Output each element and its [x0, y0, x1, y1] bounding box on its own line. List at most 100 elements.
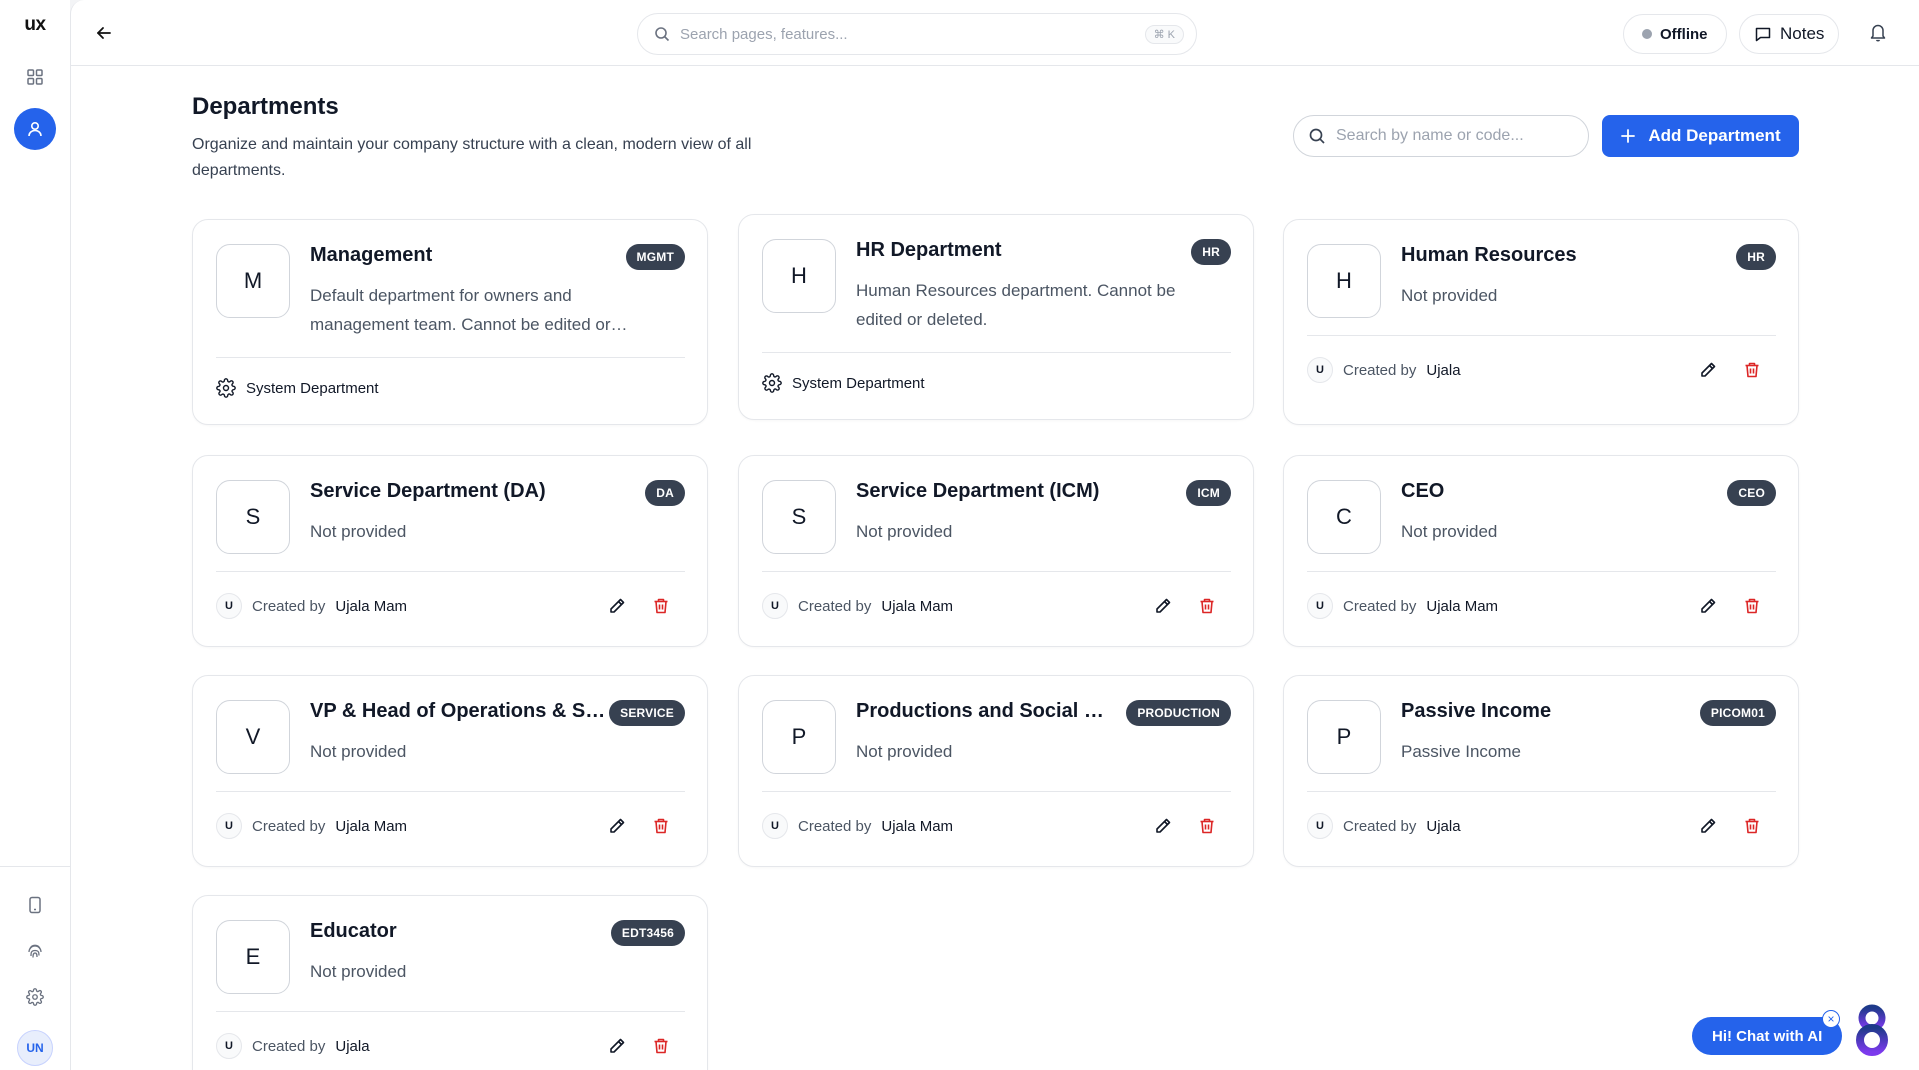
- close-chat-button[interactable]: ×: [1822, 1010, 1840, 1028]
- trash-icon: [1745, 598, 1759, 614]
- chat-bot-icon[interactable]: [1855, 1004, 1889, 1061]
- creator-name: Ujala: [1426, 361, 1461, 379]
- card-divider: [1307, 571, 1776, 572]
- department-card[interactable]: P Passive Income PICOM01 Passive Income …: [1283, 675, 1799, 867]
- department-description: Not provided: [310, 962, 407, 981]
- search-icon: [655, 27, 670, 42]
- department-initial: P: [762, 700, 836, 774]
- department-search-input[interactable]: [1336, 127, 1574, 145]
- department-card[interactable]: V VP & Head of Operations & Service SERV…: [192, 675, 708, 867]
- dashboard-nav-button[interactable]: [14, 56, 56, 98]
- edit-button[interactable]: [1696, 814, 1720, 838]
- creator-avatar: U: [216, 593, 242, 619]
- card-footer: U Created by Ujala Mam: [762, 591, 1231, 621]
- edit-button[interactable]: [1696, 358, 1720, 382]
- page-title: Departments: [192, 93, 339, 120]
- department-initial: E: [216, 920, 290, 994]
- department-description: Not provided: [1401, 522, 1498, 541]
- department-code-badge: HR: [1191, 239, 1231, 265]
- system-department-tag: System Department: [762, 373, 925, 393]
- biometric-nav-button[interactable]: [14, 930, 56, 972]
- user-icon: [28, 121, 42, 137]
- trash-icon: [1745, 818, 1759, 834]
- trash-icon: [1745, 362, 1759, 378]
- system-department-tag: System Department: [216, 378, 379, 398]
- department-card[interactable]: S Service Department (ICM) ICM Not provi…: [738, 455, 1254, 647]
- delete-button[interactable]: [1195, 814, 1219, 838]
- global-search-input[interactable]: [680, 25, 1135, 43]
- settings-nav-button[interactable]: [14, 976, 56, 1018]
- notifications-button[interactable]: [1869, 22, 1887, 47]
- department-initial: M: [216, 244, 290, 318]
- card-divider: [762, 791, 1231, 792]
- department-search[interactable]: [1293, 115, 1589, 157]
- department-name: Passive Income: [1401, 700, 1552, 722]
- card-actions: [1151, 814, 1231, 838]
- department-name: VP & Head of Operations & Service: [310, 700, 610, 722]
- creator-avatar: U: [762, 813, 788, 839]
- bot-logo-icon: [1856, 1004, 1888, 1056]
- system-department-label: System Department: [246, 379, 379, 397]
- edit-button[interactable]: [1696, 594, 1720, 618]
- arrow-left-icon: [97, 27, 111, 39]
- card-divider: [762, 352, 1231, 353]
- plus-icon: [1621, 129, 1636, 143]
- notes-button[interactable]: Notes: [1739, 14, 1840, 54]
- pencil-icon: [1156, 818, 1171, 833]
- card-divider: [216, 357, 685, 358]
- delete-button[interactable]: [649, 594, 673, 618]
- department-card[interactable]: E Educator EDT3456 Not provided U Create…: [192, 895, 708, 1070]
- pencil-icon: [610, 1038, 625, 1053]
- department-initial: C: [1307, 480, 1381, 554]
- created-by-prefix: Created by: [1343, 361, 1417, 379]
- delete-button[interactable]: [1740, 594, 1764, 618]
- department-name: Management: [310, 244, 433, 266]
- created-by-prefix: Created by: [252, 1037, 326, 1055]
- department-description: Human Resources department. Cannot be ed…: [856, 281, 1176, 329]
- department-name: Educator: [310, 920, 397, 942]
- pencil-icon: [1701, 598, 1716, 613]
- edit-button[interactable]: [605, 814, 629, 838]
- department-code-badge: ICM: [1186, 480, 1231, 506]
- card-actions: [1696, 814, 1776, 838]
- creator-name: Ujala: [1426, 817, 1461, 835]
- edit-button[interactable]: [1151, 814, 1175, 838]
- users-nav-button[interactable]: [14, 108, 56, 150]
- department-code-badge: PRODUCTION: [1126, 700, 1231, 726]
- status-dot: [1642, 29, 1652, 39]
- add-department-button[interactable]: Add Department: [1602, 115, 1799, 157]
- delete-button[interactable]: [1740, 358, 1764, 382]
- pencil-icon: [610, 598, 625, 613]
- connection-status-button[interactable]: Offline: [1623, 14, 1727, 54]
- delete-button[interactable]: [649, 814, 673, 838]
- status-label: Offline: [1660, 25, 1708, 43]
- card-footer: U Created by Ujala Mam: [216, 811, 685, 841]
- department-card[interactable]: P Productions and Social Media PRODUCTIO…: [738, 675, 1254, 867]
- department-card[interactable]: C CEO CEO Not provided U Created by Ujal…: [1283, 455, 1799, 647]
- creator-name: Ujala Mam: [1426, 597, 1499, 615]
- top-bar: ⌘ K Offline Notes: [71, 0, 1919, 66]
- edit-button[interactable]: [605, 594, 629, 618]
- card-divider: [216, 791, 685, 792]
- edit-button[interactable]: [1151, 594, 1175, 618]
- back-button[interactable]: [91, 20, 117, 46]
- page-description: Organize and maintain your company struc…: [192, 136, 752, 179]
- department-card[interactable]: H Human Resources HR Not provided U Crea…: [1283, 219, 1799, 425]
- mobile-nav-button[interactable]: [14, 884, 56, 926]
- user-avatar[interactable]: UN: [17, 1030, 53, 1066]
- card-divider: [216, 1011, 685, 1012]
- created-by-prefix: Created by: [252, 597, 326, 615]
- created-by: U Created by Ujala Mam: [762, 813, 953, 839]
- ai-chat-button[interactable]: Hi! Chat with AI: [1692, 1017, 1843, 1055]
- department-card[interactable]: S Service Department (DA) DA Not provide…: [192, 455, 708, 647]
- delete-button[interactable]: [1740, 814, 1764, 838]
- edit-button[interactable]: [605, 1034, 629, 1058]
- delete-button[interactable]: [649, 1034, 673, 1058]
- global-search[interactable]: ⌘ K: [637, 13, 1197, 55]
- department-description: Not provided: [310, 522, 407, 541]
- delete-button[interactable]: [1195, 594, 1219, 618]
- department-code-badge: PICOM01: [1699, 700, 1776, 726]
- department-card[interactable]: H HR Department HR Human Resources depar…: [738, 214, 1254, 420]
- created-by: U Created by Ujala Mam: [762, 593, 953, 619]
- department-card[interactable]: M Management MGMT Default department for…: [192, 219, 708, 425]
